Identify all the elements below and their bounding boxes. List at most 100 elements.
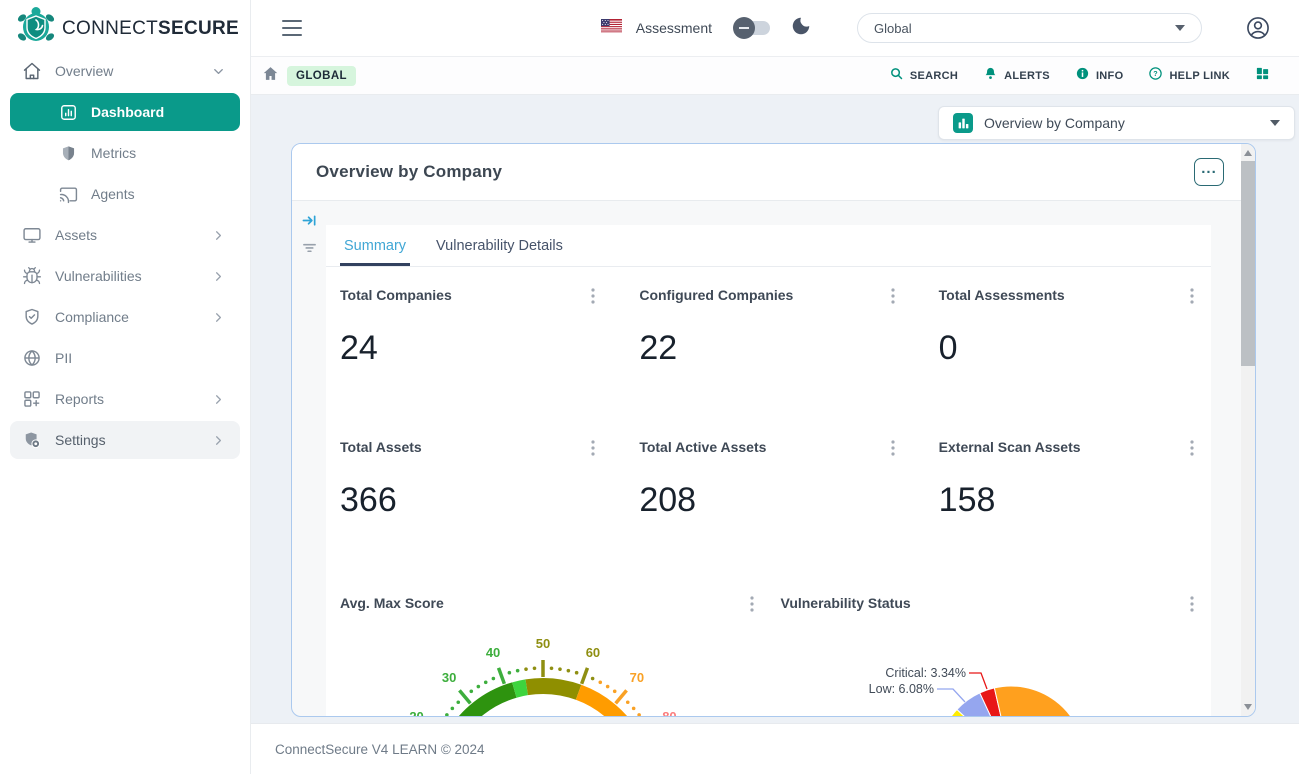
footer-copyright: ConnectSecure V4 LEARN © 2024 — [275, 742, 485, 757]
tab-vulnerability-details[interactable]: Vulnerability Details — [436, 225, 563, 266]
gauge-chart: 20304050607080 — [340, 615, 770, 716]
kebab-menu-icon[interactable] — [747, 595, 757, 613]
toggle-knob[interactable] — [733, 17, 755, 39]
sidebar-item-label: Settings — [55, 432, 198, 448]
info-icon — [1075, 66, 1090, 86]
sidebar-item-reports[interactable]: Reports — [10, 380, 240, 418]
apps-grid-action[interactable] — [1255, 66, 1270, 86]
sidebar-item-metrics[interactable]: Metrics — [10, 134, 240, 172]
grid-plus-icon — [22, 389, 42, 409]
chevron-right-icon — [211, 392, 226, 407]
svg-text:?: ? — [1154, 70, 1158, 78]
caret-down-icon — [1270, 120, 1280, 126]
sidebar-item-compliance[interactable]: Compliance — [10, 298, 240, 336]
chart-title: Avg. Max Score — [340, 595, 444, 611]
kebab-menu-icon[interactable] — [888, 287, 898, 305]
global-scope-value: Global — [874, 21, 912, 36]
topbar-controls: Assessment — [601, 15, 812, 42]
user-profile-icon[interactable] — [1245, 15, 1271, 41]
sidebar: CONNECTSECURE Overview Dashboard Metrics — [0, 0, 251, 774]
collapse-to-right-icon[interactable] — [302, 213, 317, 228]
svg-text:30: 30 — [442, 670, 456, 685]
sidebar-item-assets[interactable]: Assets — [10, 216, 240, 254]
sidebar-item-vulnerabilities[interactable]: Vulnerabilities — [10, 257, 240, 295]
stat-value: 366 — [340, 481, 598, 520]
stat-total-companies: Total Companies 24 — [340, 287, 598, 368]
svg-text:60: 60 — [586, 645, 600, 660]
vulnerability-status-chart-cell: Vulnerability Status Critical: 3.34%Low:… — [781, 595, 1198, 715]
help-icon: ? — [1148, 66, 1163, 86]
apps-grid-icon — [1255, 66, 1270, 86]
stat-total-assessments: Total Assessments 0 — [939, 287, 1197, 368]
widget-menu-button[interactable]: ... — [1194, 158, 1224, 186]
breadcrumb-global-badge[interactable]: GLOBAL — [287, 66, 356, 86]
global-scope-select[interactable]: Global — [857, 13, 1202, 43]
chevron-right-icon — [211, 228, 226, 243]
sidebar-item-label: Agents — [91, 186, 226, 202]
kebab-menu-icon[interactable] — [888, 439, 898, 457]
search-icon — [889, 66, 904, 86]
assessment-toggle[interactable] — [736, 21, 770, 35]
svg-text:40: 40 — [486, 645, 500, 660]
kebab-menu-icon[interactable] — [588, 439, 598, 457]
sidebar-item-label: Dashboard — [91, 104, 226, 120]
sidebar-item-label: Metrics — [91, 145, 226, 161]
svg-text:70: 70 — [630, 670, 644, 685]
breadcrumb-actions: SEARCH ALERTS INFO ? HELP LINK — [889, 66, 1270, 86]
sidebar-item-overview[interactable]: Overview — [10, 52, 240, 90]
stat-total-active-assets: Total Active Assets 208 — [639, 439, 897, 520]
widget-header: Overview by Company ... — [292, 144, 1241, 201]
cast-icon — [58, 184, 78, 204]
stat-external-scan-assets: External Scan Assets 158 — [939, 439, 1197, 520]
footer: ConnectSecure V4 LEARN © 2024 — [251, 723, 1299, 774]
shield-gear-icon — [22, 430, 42, 450]
topbar: Assessment Global — [251, 0, 1299, 57]
chart-title: Vulnerability Status — [781, 595, 911, 611]
hamburger-menu-icon[interactable] — [282, 20, 302, 36]
widget-scrollbar[interactable] — [1241, 144, 1255, 716]
filter-icon[interactable] — [302, 240, 317, 255]
sidebar-item-pii[interactable]: PII — [10, 339, 240, 377]
tab-bar: Summary Vulnerability Details — [326, 225, 1211, 267]
kebab-menu-icon[interactable] — [1187, 287, 1197, 305]
widget-main: Overview by Company ... — [292, 144, 1241, 716]
kebab-menu-icon[interactable] — [1187, 595, 1197, 613]
sidebar-item-label: Assets — [55, 227, 198, 243]
kebab-menu-icon[interactable] — [1187, 439, 1197, 457]
svg-text:Critical: 3.34%: Critical: 3.34% — [885, 666, 966, 680]
dark-mode-moon-icon[interactable] — [790, 15, 812, 42]
view-selector-dropdown[interactable]: Overview by Company — [938, 106, 1295, 140]
scroll-down-arrow[interactable] — [1244, 704, 1252, 710]
shield-metrics-icon — [58, 143, 78, 163]
chevron-right-icon — [211, 433, 226, 448]
app-root: CONNECTSECURE Overview Dashboard Metrics — [0, 0, 1299, 774]
charts-row: Avg. Max Score 20304050607080 Vulnerabil… — [326, 595, 1211, 715]
widget-body: Summary Vulnerability Details Total Comp… — [292, 201, 1241, 716]
content-area: Overview by Company Overview by Company … — [251, 95, 1299, 723]
breadcrumb-home-icon[interactable] — [262, 65, 279, 87]
scroll-up-arrow[interactable] — [1244, 150, 1252, 156]
view-selector-value: Overview by Company — [984, 115, 1125, 131]
kebab-menu-icon[interactable] — [588, 287, 598, 305]
stat-value: 24 — [340, 329, 598, 368]
sidebar-item-label: Vulnerabilities — [55, 268, 198, 284]
info-action[interactable]: INFO — [1075, 66, 1123, 86]
svg-text:50: 50 — [536, 636, 550, 651]
alerts-action[interactable]: ALERTS — [983, 66, 1050, 86]
sidebar-item-agents[interactable]: Agents — [10, 175, 240, 213]
scrollbar-thumb[interactable] — [1241, 161, 1255, 366]
tab-summary[interactable]: Summary — [344, 225, 406, 266]
sidebar-item-dashboard[interactable]: Dashboard — [10, 93, 240, 131]
us-flag-icon[interactable] — [601, 19, 622, 38]
chevron-right-icon — [211, 310, 226, 325]
help-action[interactable]: ? HELP LINK — [1148, 66, 1230, 86]
logo-turtle-icon — [14, 6, 58, 53]
stat-total-assets: Total Assets 366 — [340, 439, 598, 520]
logo[interactable]: CONNECTSECURE — [0, 0, 250, 50]
search-action[interactable]: SEARCH — [889, 66, 958, 86]
stat-value: 158 — [939, 481, 1197, 520]
sidebar-item-settings[interactable]: Settings — [10, 421, 240, 459]
monitor-icon — [22, 225, 42, 245]
donut-chart: Critical: 3.34%Low: 6.08% — [781, 615, 1211, 716]
home-icon — [22, 61, 42, 81]
